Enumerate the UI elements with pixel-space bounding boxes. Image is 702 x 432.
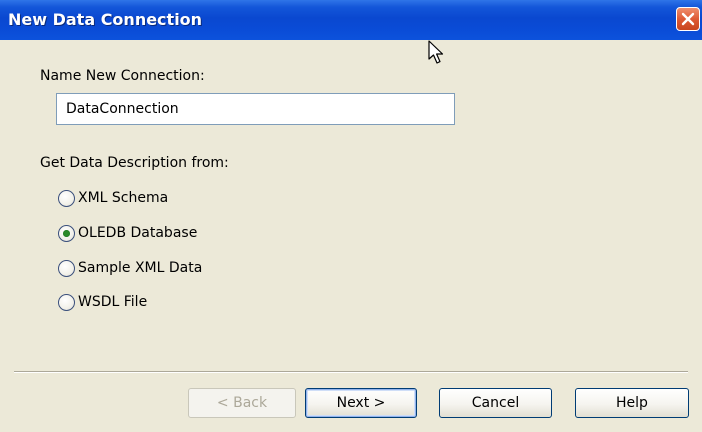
radio-label-wsdl-file: WSDL File [78, 294, 148, 310]
back-button: < Back [188, 388, 296, 418]
radio-label-oledb-database: OLEDB Database [78, 225, 198, 241]
radio-oledb-database[interactable]: OLEDB Database [58, 222, 197, 244]
close-icon [681, 12, 695, 26]
radio-button-icon[interactable] [58, 189, 75, 207]
connection-name-input[interactable] [56, 93, 455, 125]
radio-sample-xml-data[interactable]: Sample XML Data [58, 257, 202, 279]
radio-wsdl-file[interactable]: WSDL File [58, 291, 147, 313]
dialog-title: New Data Connection [8, 10, 203, 29]
radio-label-xml-schema: XML Schema [78, 190, 169, 206]
new-data-connection-dialog: New Data Connection Name New Connection:… [0, 0, 702, 432]
cancel-button[interactable]: Cancel [439, 388, 552, 418]
name-connection-label: Name New Connection: [40, 68, 205, 84]
next-button[interactable]: Next > [305, 388, 417, 418]
radio-button-icon[interactable] [58, 259, 75, 277]
help-button[interactable]: Help [575, 388, 689, 418]
radio-label-sample-xml-data: Sample XML Data [78, 260, 203, 276]
button-separator [14, 371, 688, 373]
radio-button-selected-icon[interactable] [58, 224, 75, 242]
radio-button-icon[interactable] [58, 293, 75, 311]
title-bar[interactable]: New Data Connection [0, 0, 702, 40]
close-button[interactable] [676, 7, 700, 31]
radio-xml-schema[interactable]: XML Schema [58, 187, 168, 209]
mouse-pointer-icon [428, 40, 444, 70]
data-description-label: Get Data Description from: [40, 155, 229, 171]
